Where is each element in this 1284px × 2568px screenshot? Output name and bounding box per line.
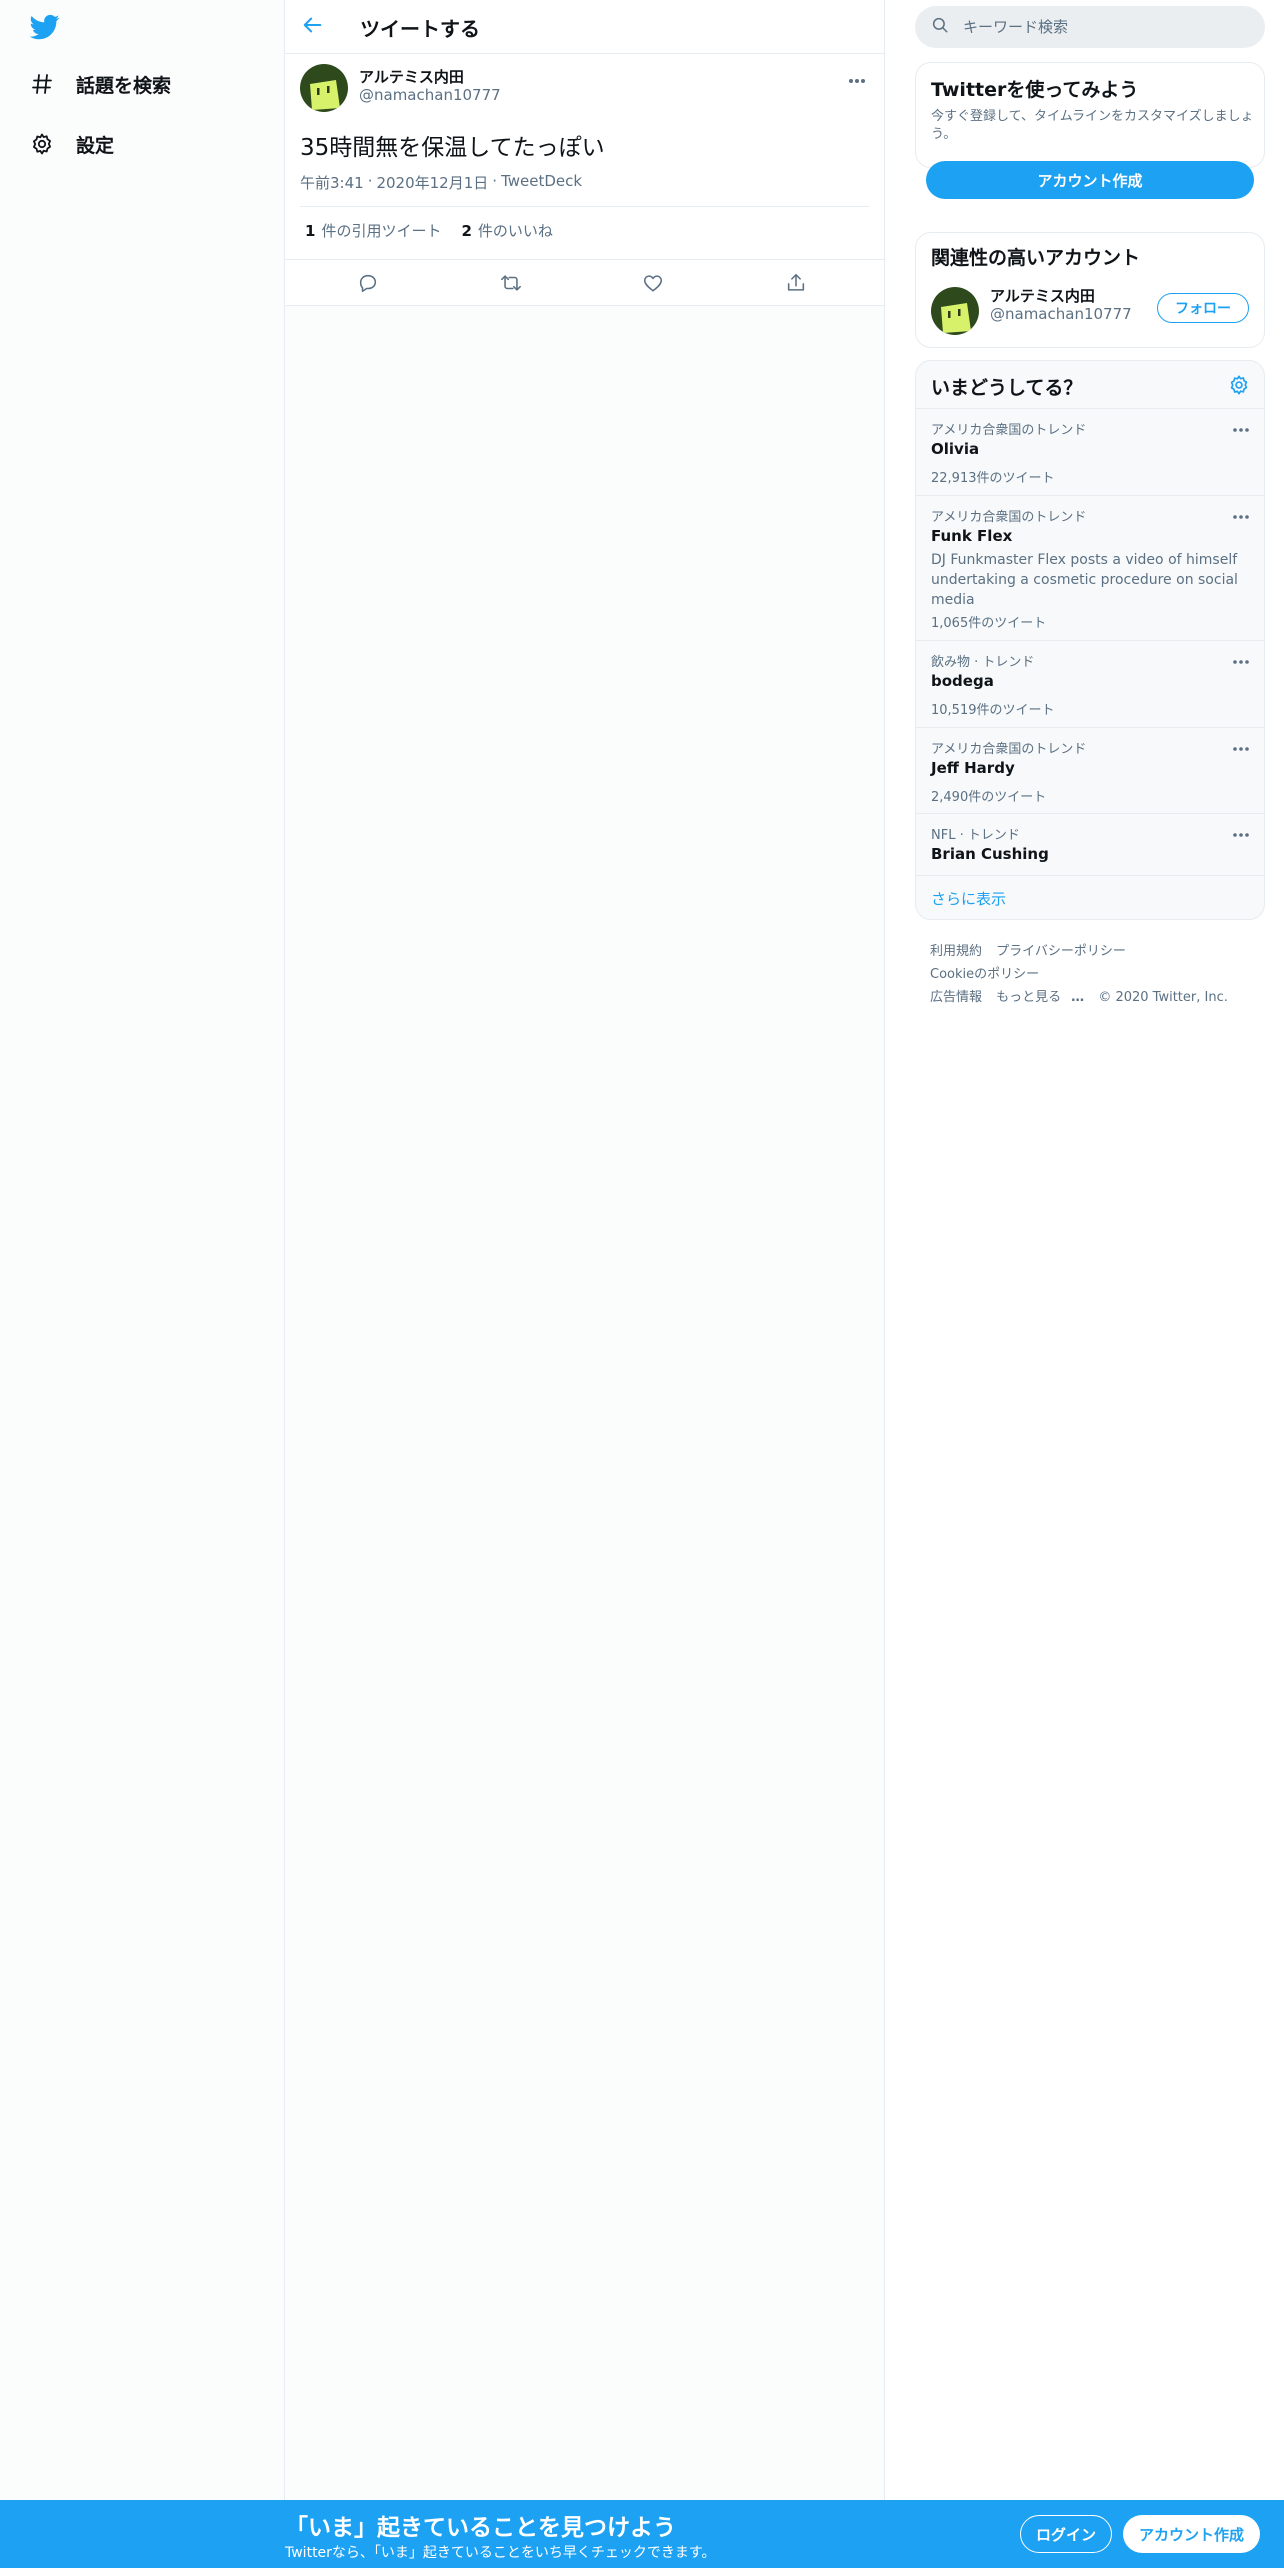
page-header: ツイートする — [285, 0, 884, 54]
gear-icon[interactable] — [1228, 374, 1250, 396]
nav-explore-label: 話題を検索 — [76, 74, 172, 97]
footer-link[interactable]: 広告情報 — [930, 990, 982, 1005]
retweet-icon[interactable] — [499, 271, 523, 295]
show-more-link[interactable]: さらに表示 — [931, 888, 1006, 909]
tweet-stats: 1 件の引用ツイート 2 件のいいね — [305, 220, 553, 241]
footer-link[interactable]: プライバシーポリシー — [996, 944, 1126, 959]
author-handle[interactable]: @namachan10777 — [359, 86, 501, 104]
related-accounts-title: 関連性の高いアカウント — [931, 247, 1141, 269]
quote-tweets-stat[interactable]: 1 件の引用ツイート — [305, 220, 441, 241]
tweet-date[interactable]: 2020年12月1日 — [376, 172, 488, 193]
nav-settings-label: 設定 — [76, 134, 115, 157]
more-options-icon[interactable] — [1232, 651, 1250, 670]
signup-card-description: 今すぐ登録して、タイムラインをカスタマイズしましょう。 — [931, 109, 1254, 142]
like-label: 件のいいね — [477, 222, 553, 240]
left-navigation: 話題を検索 設定 — [0, 0, 285, 2500]
footer-link: もっと見る — [996, 990, 1062, 1005]
more-options-icon[interactable] — [1232, 738, 1250, 757]
related-account-name[interactable]: アルテミス内田 — [990, 285, 1095, 306]
tweet-text: 35時間無を保温してたっぽい — [300, 135, 605, 161]
more-options-icon[interactable] — [1232, 506, 1250, 525]
search-box[interactable] — [915, 6, 1265, 48]
trend-item[interactable]: アメリカ合衆国のトレンド Jeff Hardy 2,490件のツイート — [916, 728, 1264, 814]
search-input[interactable] — [963, 18, 1243, 36]
trend-description: DJ Funkmaster Flex posts a video of hims… — [931, 552, 1238, 608]
trends-title: いまどうしてる？ — [931, 377, 1083, 399]
reply-icon[interactable] — [356, 271, 380, 295]
trend-category: アメリカ合衆国のトレンド — [931, 510, 1087, 525]
trend-count: 1,065件のツイート — [931, 616, 1047, 631]
trend-category: アメリカ合衆国のトレンド — [931, 423, 1087, 438]
divider — [300, 206, 869, 207]
nav-settings[interactable]: 設定 — [28, 124, 114, 164]
trend-category: 飲み物 · トレンド — [931, 655, 1035, 670]
trend-name: Brian Cushing — [931, 845, 1049, 863]
bottom-signup-bar: 「いま」起きていることを見つけよう Twitterなら、「いま」起きていることを… — [0, 2500, 1284, 2568]
footer-link[interactable]: Cookieのポリシー — [930, 967, 1039, 982]
trend-count: 22,913件のツイート — [931, 471, 1055, 486]
meta-separator: · — [492, 172, 498, 190]
tweet-time[interactable]: 午前3:41 — [300, 172, 364, 193]
tweet-source[interactable]: TweetDeck — [501, 172, 582, 193]
trend-name: Jeff Hardy — [931, 759, 1015, 777]
trends-card: いまどうしてる？ アメリカ合衆国のトレンド Olivia 22,913件のツイー… — [915, 360, 1265, 920]
trend-item[interactable]: アメリカ合衆国のトレンド Olivia 22,913件のツイート — [916, 409, 1264, 496]
create-account-button[interactable]: アカウント作成 — [926, 161, 1254, 199]
trends-header: いまどうしてる？ — [916, 361, 1264, 409]
tweet-actions — [285, 259, 884, 306]
tweet-detail: アルテミス内田 @namachan10777 35時間無を保温してたっぽい 午前… — [285, 54, 884, 306]
footer-links: 利用規約 プライバシーポリシー Cookieのポリシー 広告情報 もっと見る… … — [930, 940, 1250, 1009]
author-name[interactable]: アルテミス内田 — [359, 66, 464, 87]
trend-count: 2,490件のツイート — [931, 790, 1047, 805]
share-icon[interactable] — [784, 271, 808, 295]
trend-category: アメリカ合衆国のトレンド — [931, 742, 1087, 757]
signup-button[interactable]: アカウント作成 — [1123, 2515, 1260, 2553]
avatar[interactable] — [931, 287, 979, 335]
hashtag-icon — [28, 70, 56, 98]
quote-label: 件の引用ツイート — [321, 222, 442, 240]
twitter-bird-icon[interactable] — [28, 12, 62, 42]
trend-count: 10,519件のツイート — [931, 703, 1055, 718]
trend-item[interactable]: NFL · トレンド Brian Cushing — [916, 814, 1264, 876]
right-sidebar: Twitterを使ってみよう 今すぐ登録して、タイムラインをカスタマイズしましょ… — [885, 0, 1284, 2500]
trend-category: NFL · トレンド — [931, 828, 1020, 843]
signup-card-title: Twitterを使ってみよう — [931, 79, 1139, 101]
copyright: © 2020 Twitter, Inc. — [1098, 990, 1228, 1005]
quote-count: 1 — [305, 222, 316, 240]
likes-stat[interactable]: 2 件のいいね — [461, 220, 552, 241]
arrow-left-icon — [302, 14, 324, 40]
more-options-icon[interactable] — [1232, 824, 1250, 843]
like-icon[interactable] — [641, 271, 665, 295]
trend-name: bodega — [931, 672, 994, 690]
like-count: 2 — [461, 222, 472, 240]
more-options-icon[interactable] — [1232, 419, 1250, 438]
search-icon — [931, 16, 949, 38]
main-column: ツイートする アルテミス内田 @namachan10777 35時間無を保温して… — [285, 0, 885, 2500]
signup-card: Twitterを使ってみよう 今すぐ登録して、タイムラインをカスタマイズしましょ… — [915, 62, 1265, 168]
related-accounts-card: 関連性の高いアカウント アルテミス内田 @namachan10777 フォロー — [915, 232, 1265, 348]
back-button[interactable] — [299, 13, 327, 41]
trend-name: Funk Flex — [931, 527, 1013, 545]
more-options-icon[interactable] — [847, 70, 867, 89]
related-account-handle[interactable]: @namachan10777 — [990, 305, 1132, 323]
nav-explore[interactable]: 話題を検索 — [28, 64, 171, 104]
bottom-bar-title: 「いま」起きていることを見つけよう — [285, 2515, 676, 2541]
login-button[interactable]: ログイン — [1020, 2515, 1112, 2553]
follow-button[interactable]: フォロー — [1157, 293, 1249, 323]
gear-icon — [28, 130, 56, 158]
avatar[interactable] — [300, 64, 348, 112]
trend-item[interactable]: アメリカ合衆国のトレンド Funk Flex DJ Funkmaster Fle… — [916, 496, 1264, 641]
trend-item[interactable]: 飲み物 · トレンド bodega 10,519件のツイート — [916, 641, 1264, 728]
tweet-metadata: 午前3:41 · 2020年12月1日 · TweetDeck — [300, 172, 582, 193]
ellipsis: … — [1071, 990, 1085, 1005]
page-title: ツイートする — [360, 17, 480, 41]
trend-name: Olivia — [931, 440, 980, 458]
bottom-bar-subtitle: Twitterなら、「いま」起きていることをいち早くチェックできます。 — [285, 2545, 716, 2561]
footer-more-link[interactable]: もっと見る … — [996, 990, 1084, 1005]
meta-separator: · — [367, 172, 373, 190]
footer-link[interactable]: 利用規約 — [930, 944, 982, 959]
